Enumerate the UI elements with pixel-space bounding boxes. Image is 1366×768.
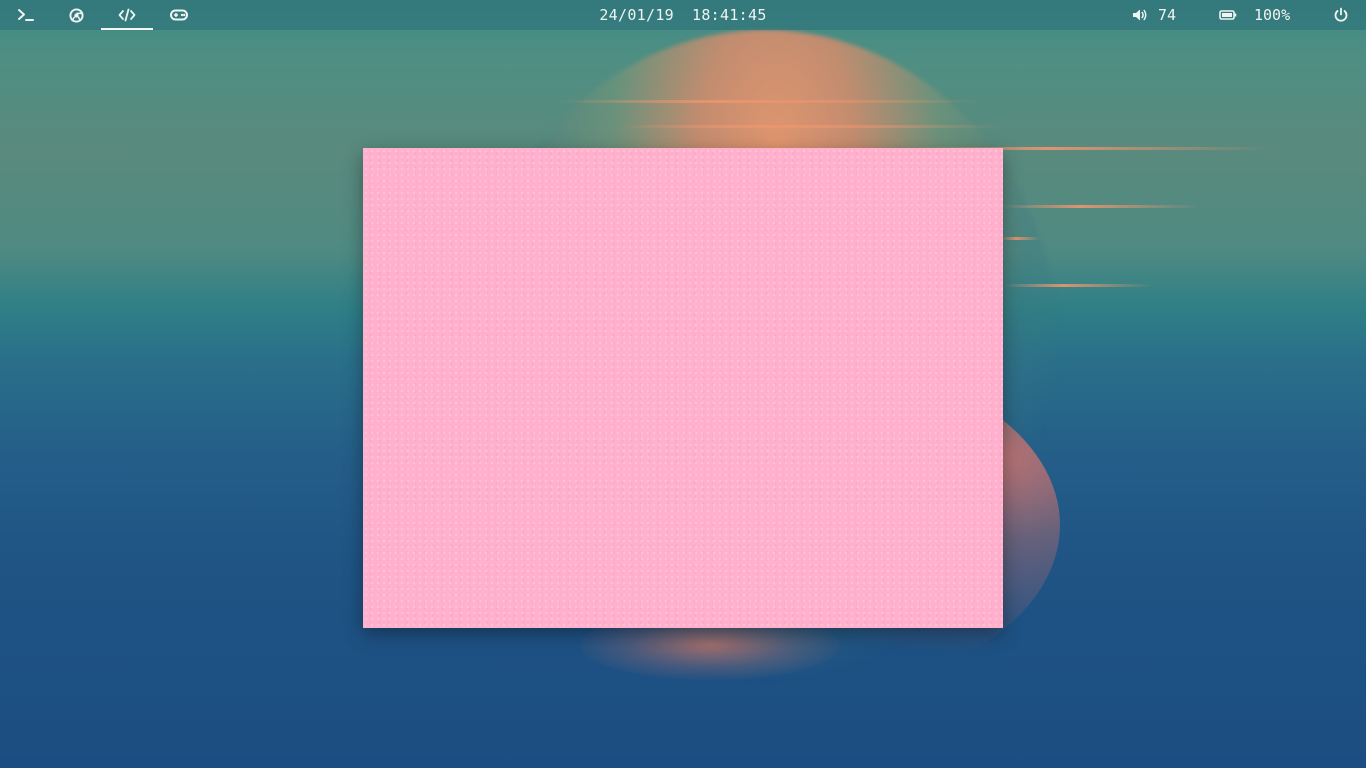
workspace-code[interactable]	[101, 0, 153, 30]
chrome-icon	[68, 7, 84, 23]
wallpaper-glitch-line	[1003, 284, 1153, 287]
desktop: 24/01/19 18:41:45 74 100%	[0, 0, 1366, 768]
terminal-icon	[17, 8, 35, 22]
volume-indicator[interactable]: 74	[1132, 0, 1176, 30]
wallpaper-glitch-line	[1000, 237, 1040, 240]
volume-icon	[1132, 8, 1148, 22]
wallpaper-glitch-line	[620, 125, 1000, 128]
battery-icon	[1219, 10, 1237, 20]
power-button[interactable]	[1333, 0, 1349, 30]
wallpaper-glitch-line	[1000, 205, 1200, 208]
volume-value: 74	[1158, 6, 1177, 24]
clock-date: 24/01/19	[599, 6, 674, 24]
gamepad-icon	[170, 9, 188, 21]
app-window[interactable]	[363, 148, 1003, 628]
top-bar: 24/01/19 18:41:45 74 100%	[0, 0, 1366, 30]
clock-time: 18:41:45	[692, 6, 767, 24]
battery-indicator[interactable]: 100%	[1219, 0, 1290, 30]
workspace-terminal[interactable]	[0, 0, 52, 30]
power-icon	[1333, 7, 1349, 23]
code-icon	[118, 8, 136, 22]
wallpaper-glitch-line	[560, 100, 980, 103]
workspace-browser[interactable]	[50, 0, 102, 30]
battery-value: 100%	[1254, 6, 1291, 24]
workspace-games[interactable]	[153, 0, 205, 30]
